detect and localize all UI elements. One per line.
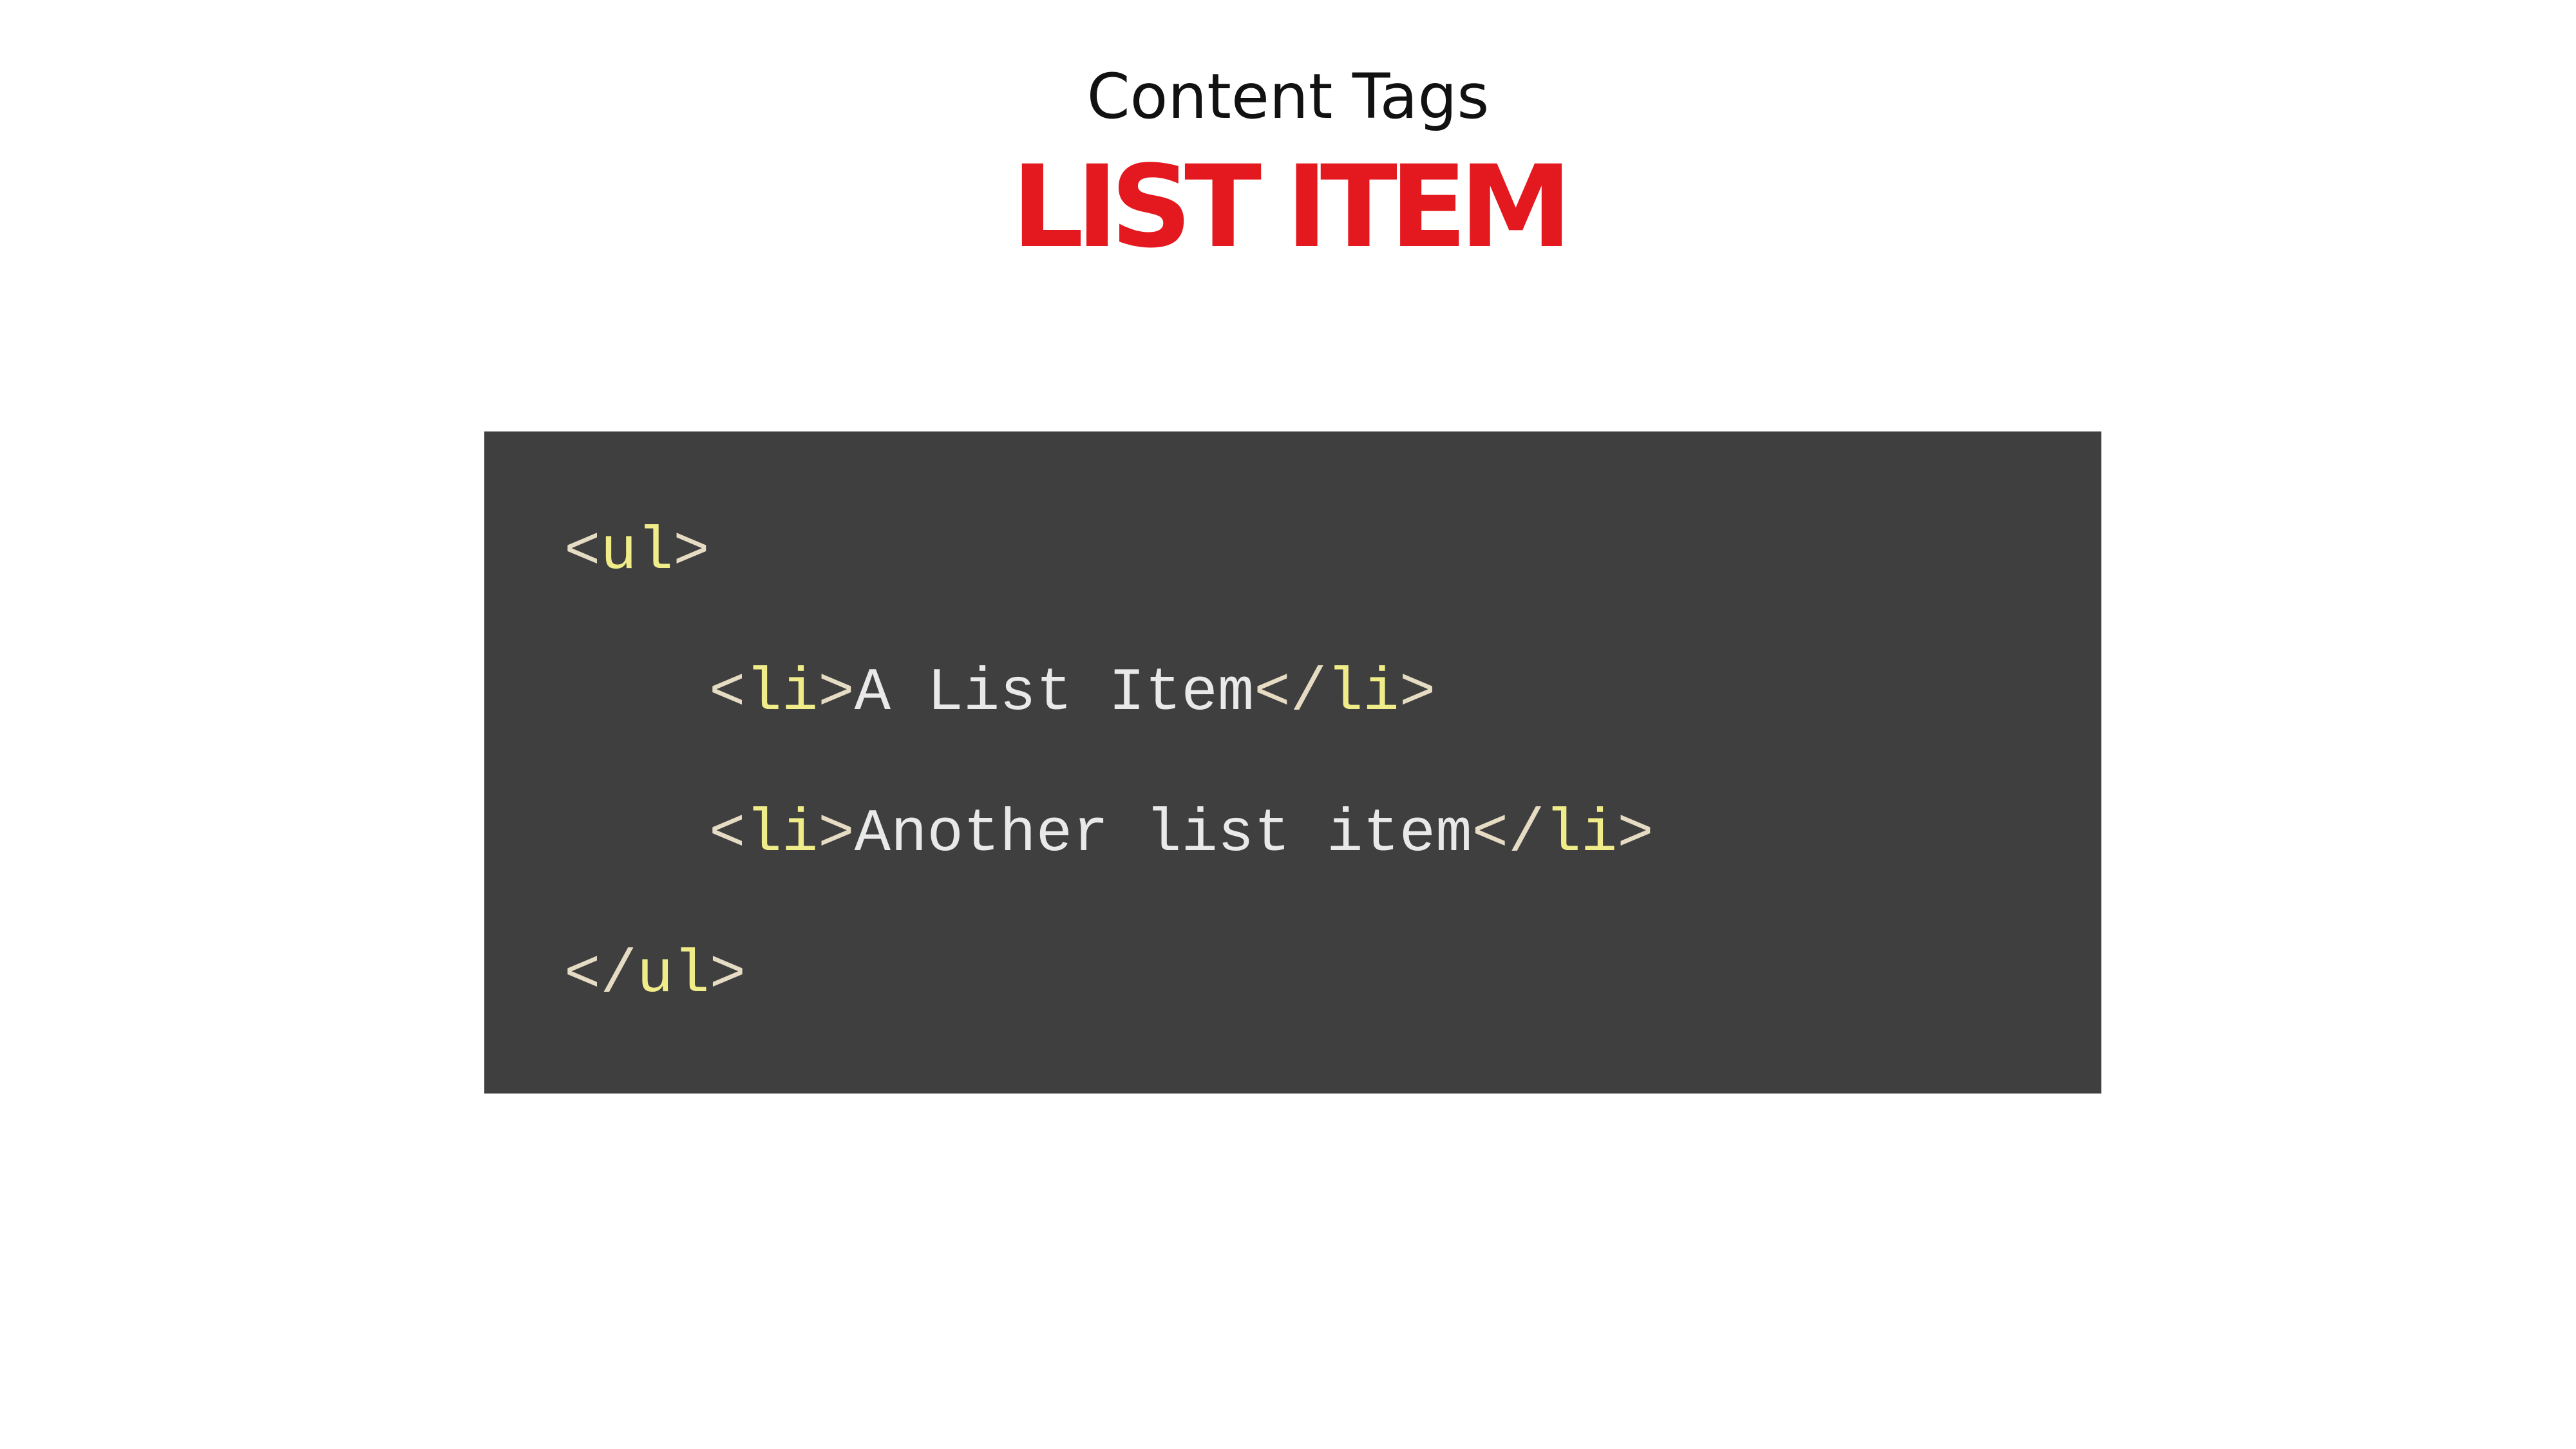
code-bracket: </ xyxy=(564,942,637,1010)
code-bracket: > xyxy=(1399,659,1436,728)
code-line-li-2: <li>Another list item</li> xyxy=(709,799,1654,870)
code-line-close-ul: </ul> xyxy=(564,940,746,1011)
code-bracket: < xyxy=(564,518,601,587)
slide-subtitle: Content Tags xyxy=(1086,61,1490,133)
code-bracket: < xyxy=(709,800,746,869)
code-tag-name: li xyxy=(745,659,819,728)
code-content-text: A List Item xyxy=(854,659,1255,728)
code-tag-name: li xyxy=(1327,659,1399,728)
code-bracket: < xyxy=(709,659,746,728)
code-block: <ul> <li>A List Item</li> <li>Another li… xyxy=(484,431,2101,1094)
code-bracket: > xyxy=(818,800,855,869)
slide-title: LIST ITEM xyxy=(1011,141,1573,273)
code-bracket: </ xyxy=(1472,800,1545,869)
code-tag-name: ul xyxy=(600,518,674,587)
code-line-li-1: <li>A List Item</li> xyxy=(709,658,1435,729)
code-bracket: </ xyxy=(1254,659,1327,728)
code-bracket: > xyxy=(709,942,746,1010)
code-tag-name: li xyxy=(745,800,819,869)
code-tag-name: ul xyxy=(636,942,710,1010)
code-bracket: > xyxy=(673,518,710,587)
code-line-open-ul: <ul> xyxy=(564,517,710,588)
code-tag-name: li xyxy=(1544,800,1618,869)
code-bracket: > xyxy=(818,659,855,728)
code-bracket: > xyxy=(1617,800,1654,869)
code-content-text: Another list item xyxy=(854,800,1472,869)
